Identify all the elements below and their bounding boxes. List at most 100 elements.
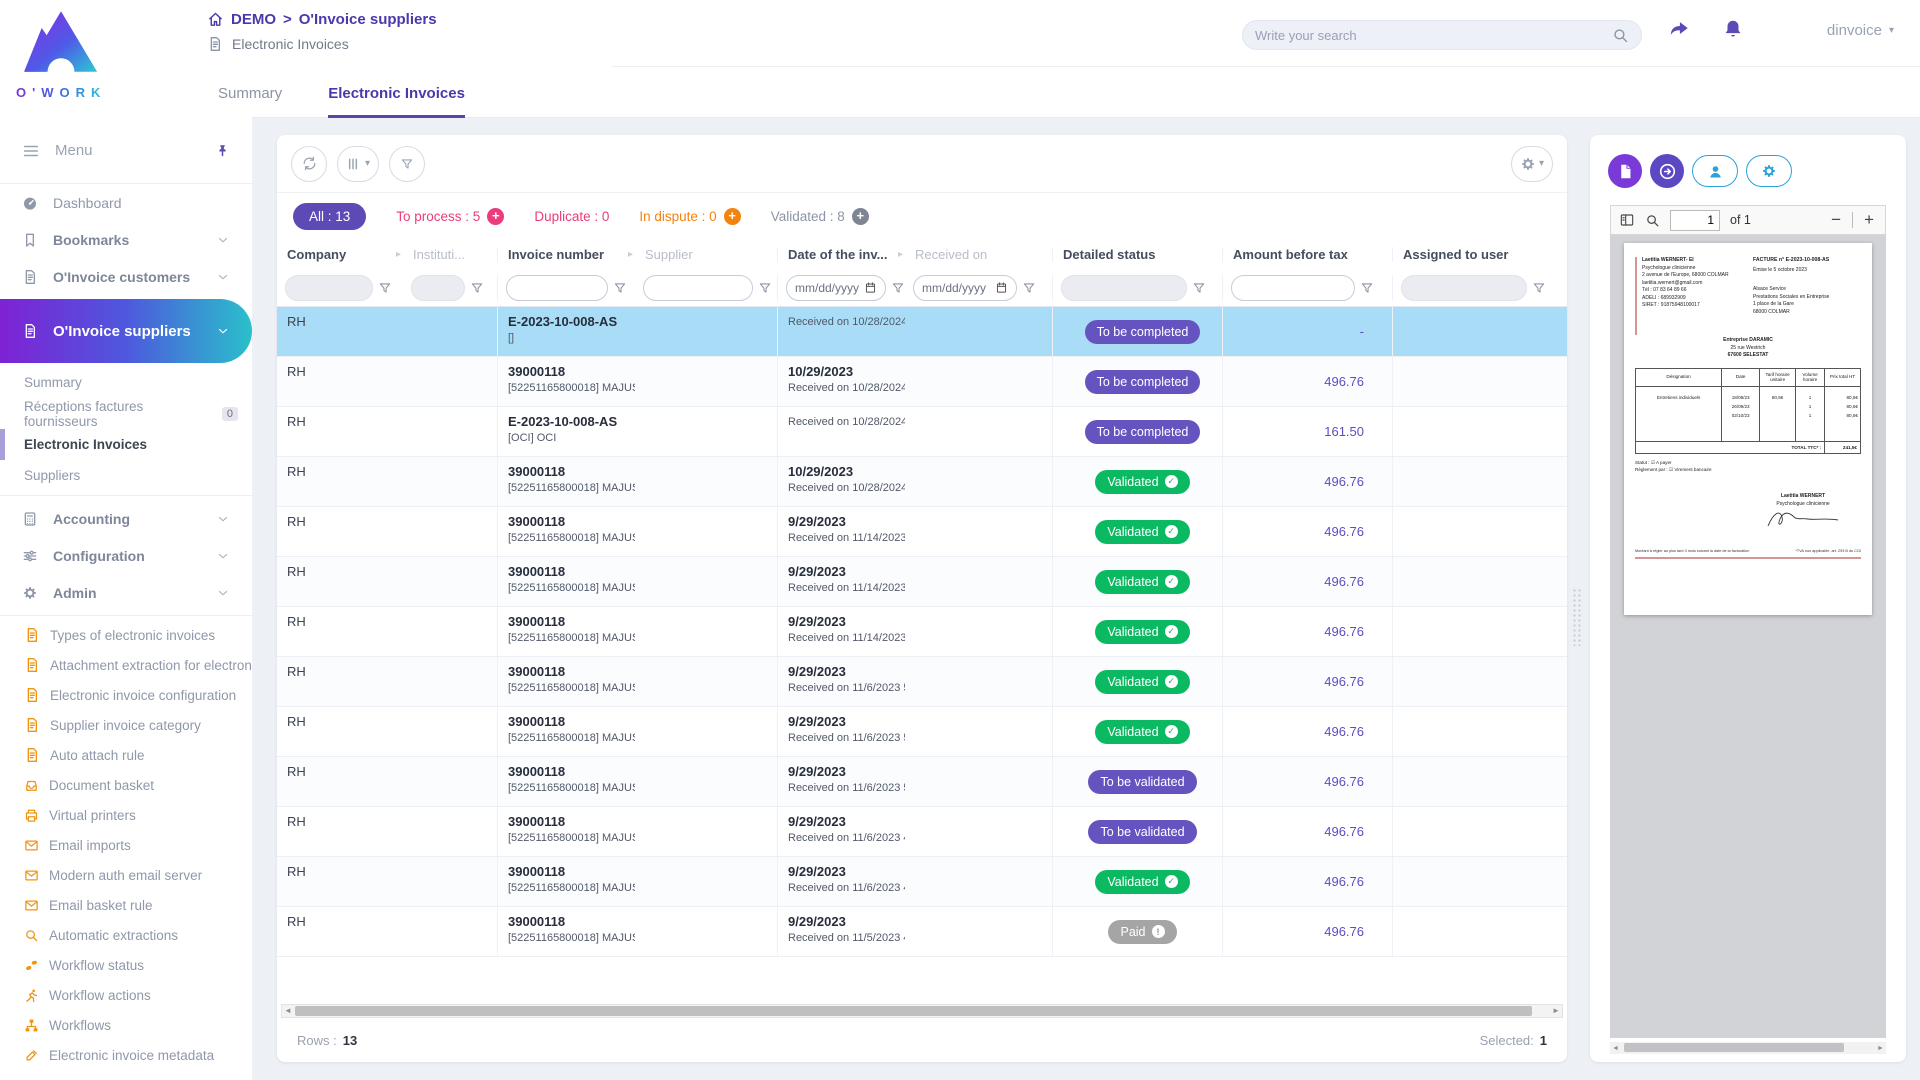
- sidebar-subitem-modern-auth-email-server[interactable]: Modern auth email server: [0, 860, 252, 890]
- amount-link[interactable]: 496.76: [1324, 724, 1364, 739]
- sidebar-item-bookmarks[interactable]: Bookmarks: [0, 221, 252, 258]
- open-document-button[interactable]: [1650, 154, 1684, 188]
- search-icon[interactable]: [1612, 27, 1629, 44]
- column-header-instituti-[interactable]: Instituti...: [403, 247, 497, 262]
- tab-summary[interactable]: Summary: [218, 85, 282, 118]
- amount-link[interactable]: 496.76: [1324, 474, 1364, 489]
- sidebar-item-o-invoice-customers[interactable]: O'Invoice customers: [0, 258, 252, 295]
- download-pdf-button[interactable]: [1608, 154, 1642, 188]
- filter-input[interactable]: [285, 275, 373, 301]
- bell-icon[interactable]: [1722, 18, 1744, 40]
- filter-button[interactable]: [389, 146, 425, 182]
- table-row[interactable]: RH39000118[52251165800018] MAJUSCULE9/29…: [277, 507, 1567, 557]
- status-chip-duplicate[interactable]: Duplicate : 0: [534, 209, 609, 224]
- sidebar-subitem-workflows[interactable]: Workflows: [0, 1010, 252, 1040]
- zoom-in-button[interactable]: +: [1861, 210, 1877, 230]
- sidebar-subitem-automatic-extractions[interactable]: Automatic extractions: [0, 920, 252, 950]
- breadcrumb-home[interactable]: DEMO: [231, 11, 276, 28]
- filter-input[interactable]: [643, 275, 753, 301]
- filter-input[interactable]: [1061, 275, 1187, 301]
- refresh-button[interactable]: [291, 146, 327, 182]
- column-header-supplier[interactable]: Supplier: [635, 247, 777, 262]
- page-number-input[interactable]: [1670, 210, 1720, 231]
- amount-link[interactable]: 496.76: [1324, 824, 1364, 839]
- filter-input[interactable]: [411, 275, 465, 301]
- amount-link[interactable]: 161.50: [1324, 424, 1364, 439]
- sidebar-subitem-suppliers[interactable]: Suppliers: [0, 460, 252, 491]
- table-settings-button[interactable]: ▾: [1511, 146, 1553, 182]
- scroll-left-icon[interactable]: ◄: [1610, 1045, 1621, 1052]
- search-icon[interactable]: [1645, 213, 1660, 228]
- filter-input[interactable]: [1401, 275, 1527, 301]
- table-row[interactable]: RH39000118[52251165800018] MAJUSCULE9/29…: [277, 757, 1567, 807]
- scroll-right-icon[interactable]: ►: [1550, 1005, 1562, 1017]
- breadcrumb-section[interactable]: O'Invoice suppliers: [299, 11, 437, 28]
- funnel-icon[interactable]: [758, 281, 772, 295]
- column-header-company[interactable]: Company▸: [277, 247, 403, 262]
- sidebar-subitem-workflow-status[interactable]: Workflow status: [0, 950, 252, 980]
- amount-link[interactable]: 496.76: [1324, 574, 1364, 589]
- sidebar-item-accounting[interactable]: Accounting: [0, 500, 252, 537]
- sidebar-item-admin[interactable]: Admin: [0, 574, 252, 611]
- sidebar-subitem-virtual-printers[interactable]: Virtual printers: [0, 800, 252, 830]
- amount-link[interactable]: 496.76: [1324, 674, 1364, 689]
- sidebar-subitem-types-of-electronic-invoices[interactable]: Types of electronic invoices: [0, 620, 252, 650]
- column-header-amount-before-tax[interactable]: Amount before tax: [1222, 247, 1392, 262]
- column-header-date-of-the-inv-[interactable]: Date of the inv...▸: [777, 247, 905, 262]
- table-row[interactable]: RH39000118[52251165800018] MAJUSCULE9/29…: [277, 857, 1567, 907]
- scrollbar-thumb[interactable]: [1624, 1043, 1844, 1052]
- amount-link[interactable]: 496.76: [1324, 874, 1364, 889]
- filter-date-input[interactable]: mm/dd/yyyy: [913, 275, 1017, 301]
- sidebar-subitem-attachment-extraction-for-electron[interactable]: Attachment extraction for electron: [0, 650, 252, 680]
- preview-settings-button[interactable]: [1746, 155, 1792, 187]
- zoom-out-button[interactable]: −: [1828, 210, 1844, 230]
- sidebar-item-configuration[interactable]: Configuration: [0, 537, 252, 574]
- sidebar-toggle-icon[interactable]: [1619, 212, 1635, 228]
- sidebar-subitem-summary[interactable]: Summary: [0, 367, 252, 398]
- column-header-invoice-number[interactable]: Invoice number▸: [497, 247, 635, 262]
- funnel-icon[interactable]: [891, 281, 905, 295]
- column-header-detailed-status[interactable]: Detailed status: [1052, 247, 1222, 262]
- scrollbar-thumb[interactable]: [295, 1006, 1532, 1016]
- horizontal-scrollbar[interactable]: ◄ ►: [281, 1004, 1563, 1018]
- amount-link[interactable]: 496.76: [1324, 524, 1364, 539]
- status-chip-to-process[interactable]: To process : 5+: [396, 208, 504, 225]
- sidebar-item-oinvoice-suppliers[interactable]: O'Invoice suppliers: [0, 299, 252, 363]
- amount-link[interactable]: 496.76: [1324, 924, 1364, 939]
- column-header-received-on[interactable]: Received on: [905, 247, 1052, 262]
- sidebar-subitem-email-imports[interactable]: Email imports: [0, 830, 252, 860]
- share-icon[interactable]: [1668, 18, 1690, 40]
- tab-electronic-invoices[interactable]: Electronic Invoices: [328, 85, 465, 118]
- funnel-icon[interactable]: [1192, 281, 1206, 295]
- table-row[interactable]: RH39000118[52251165800018] MAJUSCULE9/29…: [277, 557, 1567, 607]
- sidebar-subitem-electronic-invoices[interactable]: Electronic Invoices: [0, 429, 252, 460]
- table-row[interactable]: RH39000118[52251165800018] MAJUSCULE9/29…: [277, 607, 1567, 657]
- user-menu[interactable]: dinvoice ▾: [1827, 22, 1894, 39]
- sidebar-subitem-document-basket[interactable]: Document basket: [0, 770, 252, 800]
- status-chip-in-dispute[interactable]: In dispute : 0+: [639, 208, 740, 225]
- amount-link[interactable]: 496.76: [1324, 624, 1364, 639]
- panel-resize-handle[interactable]: [1572, 588, 1582, 646]
- table-row[interactable]: RH39000118[52251165800018] MAJUSCULE9/29…: [277, 707, 1567, 757]
- funnel-icon[interactable]: [1022, 281, 1036, 295]
- table-row[interactable]: RH39000118[52251165800018] MAJUSCULE10/2…: [277, 457, 1567, 507]
- table-row[interactable]: RH39000118[52251165800018] MAJUSCULE9/29…: [277, 807, 1567, 857]
- sidebar-subitem-supplier-invoice-category[interactable]: Supplier invoice category: [0, 710, 252, 740]
- filter-input[interactable]: [1231, 275, 1355, 301]
- amount-link[interactable]: 496.76: [1324, 374, 1364, 389]
- assign-user-button[interactable]: [1692, 155, 1738, 187]
- sidebar-subitem-email-basket-rule[interactable]: Email basket rule: [0, 890, 252, 920]
- sidebar-item-dashboard[interactable]: Dashboard: [0, 184, 252, 221]
- preview-horizontal-scrollbar[interactable]: ◄ ►: [1610, 1042, 1886, 1054]
- scroll-left-icon[interactable]: ◄: [282, 1005, 294, 1017]
- status-chip-all[interactable]: All : 13: [293, 203, 366, 230]
- owork-logo[interactable]: O'WORK: [16, 6, 106, 100]
- columns-button[interactable]: ▾: [337, 146, 379, 182]
- funnel-icon[interactable]: [378, 281, 392, 295]
- funnel-icon[interactable]: [613, 281, 627, 295]
- sidebar-subitem-electronic-invoice-configuration[interactable]: Electronic invoice configuration: [0, 680, 252, 710]
- home-icon[interactable]: [207, 11, 224, 28]
- table-row[interactable]: RH39000118[52251165800018] MAJUSCULE9/29…: [277, 907, 1567, 957]
- table-row[interactable]: RHE-2023-10-008-AS[OCI] OCIReceived on 1…: [277, 407, 1567, 457]
- funnel-icon[interactable]: [470, 281, 484, 295]
